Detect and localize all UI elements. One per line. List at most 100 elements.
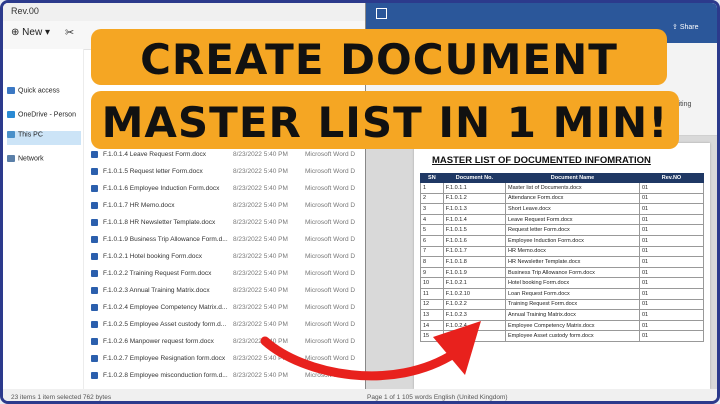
file-date: 8/23/2022 5:40 PM [233,372,288,379]
cell-rev: 01 [638,224,705,236]
cloud-icon [7,111,15,118]
cell-rev: 01 [638,213,705,226]
banner-line-2-text: MASTER LIST IN 1 MIN! [101,98,669,147]
table-row: 2 F.1.0.1.2 Attendance Form.docx 01 [420,192,705,205]
nav-item-network[interactable]: Network [7,155,81,169]
file-type: Microsoft Word D [305,253,356,260]
cell-name: Business Trip Allowance Form.docx [505,266,640,279]
file-date: 8/23/2022 5:40 PM [233,185,288,192]
cell-no: F.1.0.1.5 [442,224,507,236]
explorer-status: 23 items 1 item selected 762 bytes [11,394,112,401]
save-icon[interactable] [376,8,387,19]
cell-name: Employee Induction Form.docx [505,234,640,247]
screenshot-frame: Rev.00 ⊕ New ▾ ✂ Quick access OneDrive -… [0,0,720,404]
cell-name: Master list of Documents.docx [505,182,640,194]
file-row[interactable]: F.1.0.2.5 Employee Asset custody form.d.… [87,317,363,332]
file-name: F.1.0.2.1 Hotel booking Form.docx [103,253,202,260]
cell-no: F.1.0.1.2 [442,192,507,205]
nav-item-this-pc[interactable]: This PC [7,131,81,145]
share-button[interactable]: ⇪ Share [672,23,699,31]
file-row[interactable]: F.1.0.2.6 Manpower request form.docx 8/23… [87,334,363,349]
word-file-icon [91,270,98,277]
file-date: 8/23/2022 5:40 PM [233,338,288,345]
file-row[interactable]: F.1.0.2.1 Hotel booking Form.docx 8/23/20… [87,249,363,264]
file-row[interactable]: F.1.0.2.3 Annual Training Matrix.docx 8/2… [87,283,363,298]
cell-name: Annual Training Matrix.docx [505,309,640,321]
file-type: Microsoft Word D [305,219,356,226]
cell-sn: 15 [420,330,444,342]
cell-no: F.1.0.2.3 [442,309,507,321]
table-row: 12 F.1.0.2.2 Training Request Form.docx 01 [420,298,705,311]
nav-item-quick-access[interactable]: Quick access [7,87,81,101]
cell-sn: 12 [420,298,444,311]
document-title: MASTER LIST OF DOCUMENTED INFOMRATION [432,155,651,166]
cell-name: Employee Asset custody form.docx [505,330,640,342]
table-row: 7 F.1.0.1.7 HR Memo.docx 01 [420,245,705,258]
file-row[interactable]: F.1.0.1.4 Leave Request Form.docx 8/23/20… [87,147,363,162]
file-type: Microsoft Word D [305,355,356,362]
file-row[interactable]: F.1.0.1.7 HR Memo.docx 8/23/2022 5:40 PM M… [87,198,363,213]
cell-no: F.1.0.2.5 [442,330,507,342]
file-name: F.1.0.1.6 Employee Induction Form.docx [103,185,220,192]
file-row[interactable]: F.1.0.2.8 Employee misconduction form.d.… [87,368,363,383]
cell-sn: 5 [420,224,444,236]
file-row[interactable]: F.1.0.1.6 Employee Induction Form.docx 8/… [87,181,363,196]
cell-no: F.1.0.2.1 [442,277,507,289]
cell-name: HR Newsletter Template.docx [505,256,640,268]
navigation-pane: Quick access OneDrive - Person This PC N… [3,49,84,389]
cut-icon[interactable]: ✂ [65,26,74,39]
banner-line-1: CREATE DOCUMENT [91,29,667,85]
file-row[interactable]: F.1.0.1.8 HR Newsletter Template.docx 8/2… [87,215,363,230]
file-date: 8/23/2022 5:40 PM [233,321,288,328]
document-page: MASTER LIST OF DOCUMENTED INFOMRATION SN… [414,143,710,389]
nav-item-label: This PC [18,131,43,139]
word-file-icon [91,151,98,158]
cell-rev: 01 [638,330,705,342]
file-row[interactable]: F.1.0.2.2 Training Request Form.docx 8/23… [87,266,363,281]
file-row[interactable]: F.1.0.2.7 Employee Resignation form.docx… [87,351,363,366]
file-name: F.1.0.2.7 Employee Resignation form.docx [103,355,226,362]
file-row[interactable]: F.1.0.1.5 Request letter Form.docx 8/23/2… [87,164,363,179]
file-name: F.1.0.2.2 Training Request Form.docx [103,270,212,277]
table-row: 5 F.1.0.1.5 Request letter Form.docx 01 [420,224,705,236]
file-type: Microsoft Word D [305,270,356,277]
cell-name: Short Leave.docx [505,203,640,215]
cell-rev: 01 [638,298,705,311]
cell-sn: 1 [420,182,444,194]
cell-rev: 01 [638,182,705,194]
word-file-icon [91,372,98,379]
table-row: 4 F.1.0.1.4 Leave Request Form.docx 01 [420,213,705,226]
cell-name: Attendance Form.docx [505,192,640,205]
cell-no: F.1.0.2.4 [442,319,507,332]
file-date: 8/23/2022 5:40 PM [233,168,288,175]
file-name: F.1.0.2.6 Manpower request form.docx [103,338,214,345]
cell-rev: 01 [638,266,705,279]
new-button[interactable]: ⊕ New ▾ [11,27,50,38]
file-row[interactable]: F.1.0.2.4 Employee Competency Matrix.d..… [87,300,363,315]
cell-name: Loan Request Form.docx [505,287,640,300]
file-date: 8/23/2022 5:40 PM [233,270,288,277]
cell-rev: 01 [638,203,705,215]
file-date: 8/23/2022 5:40 PM [233,219,288,226]
cell-sn: 3 [420,203,444,215]
word-status: Page 1 of 1 105 words English (United Ki… [367,394,508,401]
master-list-table: SN Document No. Document Name Rev.NO 1 F.… [420,173,705,342]
file-name: F.1.0.2.3 Annual Training Matrix.docx [103,287,210,294]
cell-rev: 01 [638,319,705,332]
file-name: F.1.0.2.8 Employee misconduction form.d.… [103,372,228,379]
cell-sn: 7 [420,245,444,258]
share-label: Share [679,24,699,31]
cell-sn: 2 [420,192,444,205]
table-row: 14 F.1.0.2.4 Employee Competency Matrix.do… [420,319,705,332]
table-row: 10 F.1.0.2.1 Hotel booking Form.docx 01 [420,277,705,289]
file-name: F.1.0.1.7 HR Memo.docx [103,202,175,209]
cell-rev: 01 [638,277,705,289]
word-file-icon [91,236,98,243]
file-name: F.1.0.1.5 Request letter Form.docx [103,168,203,175]
file-type: Microsoft Word D [305,304,356,311]
cell-no: F.1.0.1.9 [442,266,507,279]
cell-no: F.1.0.2.2 [442,298,507,311]
cell-rev: 01 [638,192,705,205]
nav-item-onedrive[interactable]: OneDrive - Person [7,111,81,125]
file-row[interactable]: F.1.0.1.9 Business Trip Allowance Form.d… [87,232,363,247]
